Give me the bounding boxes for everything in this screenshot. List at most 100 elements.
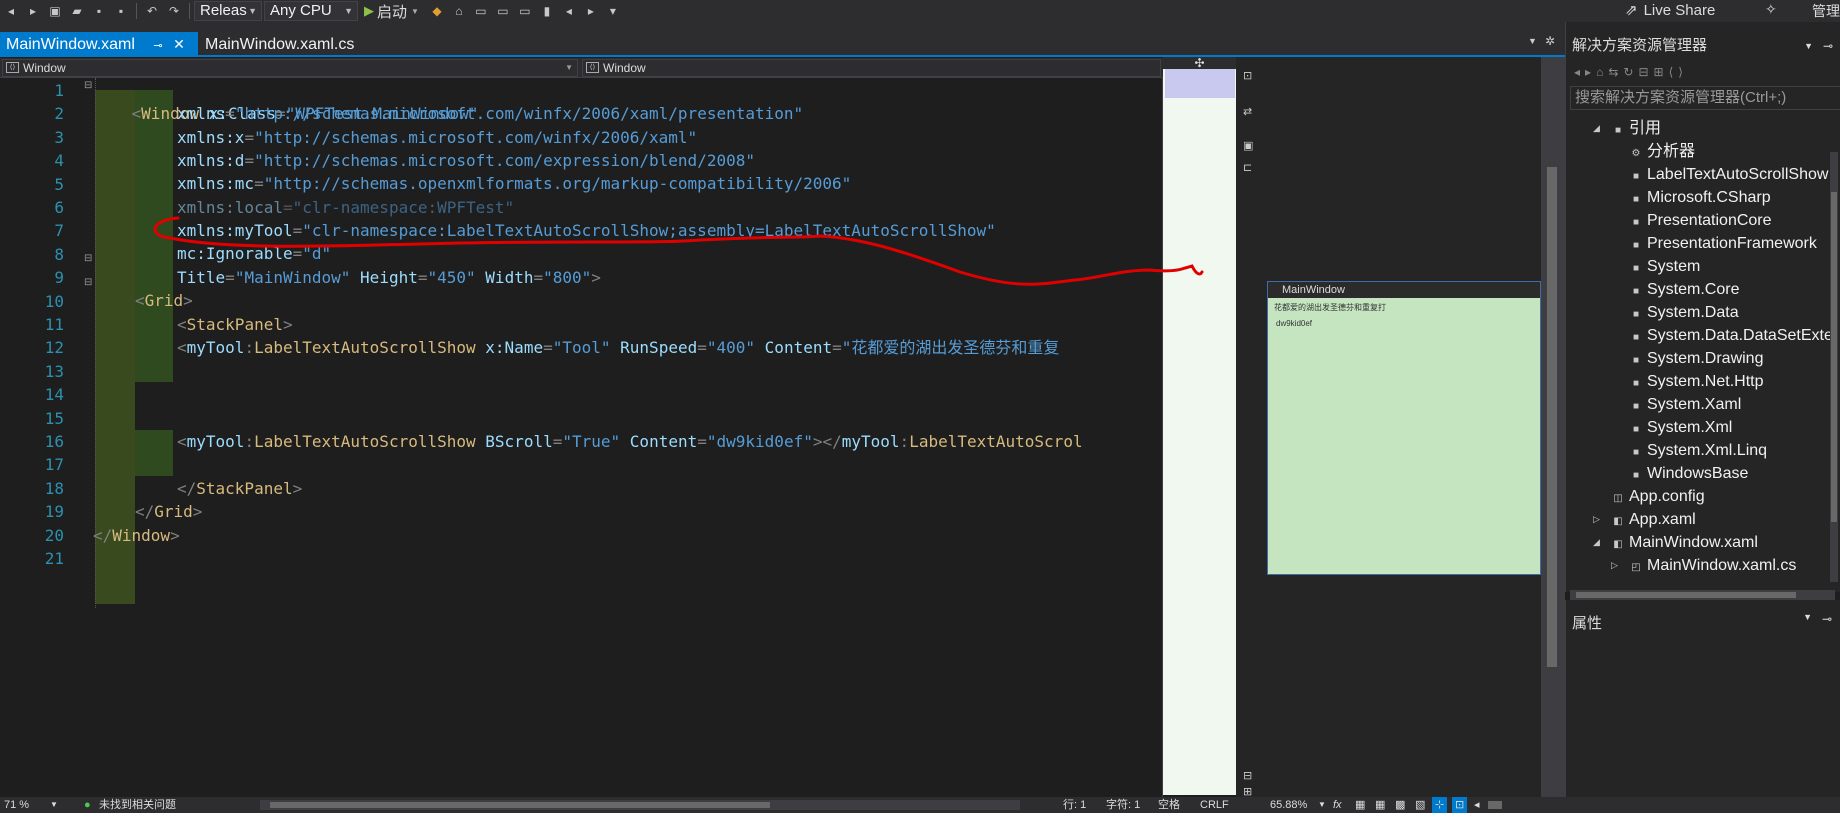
manage-label[interactable]: 管理 [1812,1,1840,21]
code-icon[interactable]: ⟨⟩ [1669,65,1688,79]
live-share-button[interactable]: ⇗ Live Share [1625,1,1715,20]
zoom-select[interactable]: 71 % [4,797,29,813]
fire-icon[interactable]: ◆ [429,4,445,18]
new-project-icon[interactable]: ▣ [47,4,63,18]
tree-item-mainwindow-xaml[interactable]: ◢ ◧ MainWindow.xaml [1593,531,1758,554]
back-icon[interactable]: ◂ [3,4,19,18]
tree-item-references[interactable]: ◢ ■ 引用 [1593,117,1661,140]
scrollbar-thumb[interactable] [1576,592,1796,598]
pin-icon[interactable]: ⊸ [1822,612,1832,626]
chevron-down-icon[interactable]: ▼ [1803,612,1812,622]
collapse-icon[interactable]: ⊟ [1638,65,1653,79]
horizontal-split-icon[interactable]: ⊟ [1243,769,1252,782]
grid-icon[interactable]: ▦ [1355,797,1365,813]
tree-item-app-xaml[interactable]: ▷ ◧ App.xaml [1593,508,1696,531]
collapsed-icon[interactable]: ▷ [1593,508,1600,531]
configuration-select[interactable]: Releas ▼ [194,1,262,21]
bookmark-next-icon[interactable]: ▸ [583,4,599,18]
swap-icon[interactable]: ⊡ [1243,69,1252,82]
tree-item-reference[interactable]: ■ System.Drawing [1629,347,1764,370]
save-all-icon[interactable]: ▪ [113,4,129,18]
undo-icon[interactable]: ↶ [144,4,160,18]
pin-icon[interactable]: ⊸ [153,40,162,52]
solution-search-input[interactable]: 搜索解决方案资源管理器(Ctrl+;) [1570,86,1840,110]
indent-mode[interactable]: 空格 [1158,797,1180,813]
artboard-icon[interactable]: ▩ [1395,797,1405,813]
bookmark-icon[interactable]: ▮ [539,4,555,18]
grid-snap-icon[interactable]: ▦ [1375,797,1385,813]
show-all-icon[interactable]: ⊞ [1654,65,1669,79]
toolbar-icon[interactable]: ▭ [517,4,533,18]
chevron-down-icon[interactable]: ▼ [1804,36,1813,56]
forward-icon[interactable]: ▸ [25,4,41,18]
tree-item-reference[interactable]: ■ System.Xaml [1629,393,1741,416]
tree-item-reference[interactable]: ■ PresentationFramework [1629,232,1817,255]
scroll-left-icon[interactable]: ◂ [1474,797,1480,813]
tab-mainwindow-xaml-cs[interactable]: MainWindow.xaml.cs [199,32,360,57]
device-icon[interactable]: ⊡ [1452,797,1468,813]
start-button[interactable]: ▶ 启动 ▼ [364,1,419,22]
tree-item-reference[interactable]: ■ Microsoft.CSharp [1629,186,1771,209]
code-editor[interactable]: 1 2 3 4 5 6 7 8 9 10 11 12 13 14 15 16 17 18 19 20 21 ⊟ ⊟ ⊟ … [0,78,1163,798]
fold-collapse-icon[interactable]: ⊟ [84,253,92,264]
tree-item-analyzers[interactable]: ⚙ 分析器 [1629,140,1696,163]
tree-item-reference[interactable]: ■ System [1629,255,1700,278]
redo-icon[interactable]: ↷ [166,4,182,18]
swap-panes-icon[interactable]: ⇄ [1243,105,1252,118]
pin-icon[interactable]: ⊸ [1823,36,1833,56]
design-window-preview[interactable]: MainWindow 花都爱的湖出发圣德芬和重复打 dw9kid0ef [1267,281,1541,575]
expanded-icon[interactable]: ◢ [1593,531,1600,554]
fold-collapse-icon[interactable]: ⊟ [84,277,92,288]
tree-item-reference[interactable]: ■ System.Data [1629,301,1739,324]
toolbar-icon[interactable]: ▭ [495,4,511,18]
minimap-viewport[interactable] [1165,68,1235,98]
tree-item-reference[interactable]: ■ System.Net.Http [1629,370,1764,393]
tree-item-reference[interactable]: ■ System.Data.DataSetExte [1629,324,1833,347]
snap-icon[interactable]: ▧ [1415,797,1425,813]
sync-icon[interactable]: ⇆ [1608,65,1623,79]
design-label-2[interactable]: dw9kid0ef [1268,313,1540,328]
xaml-view-icon[interactable]: ⊏ [1243,161,1252,174]
collapsed-icon[interactable]: ▷ [1611,554,1618,577]
home-icon[interactable]: ⌂ [1596,65,1608,79]
toolbar-icon[interactable]: ▭ [473,4,489,18]
settings-icon[interactable]: ✲ [1545,34,1555,48]
expanded-icon[interactable]: ◢ [1593,117,1600,140]
platform-select[interactable]: Any CPU ▼ [264,1,358,21]
code-minimap[interactable] [1163,60,1236,795]
tree-item-reference[interactable]: ■ PresentationCore [1629,209,1772,232]
fold-collapse-icon[interactable]: ⊟ [84,80,92,91]
home-icon[interactable]: ⌂ [451,4,467,18]
selection-icon[interactable]: ⊹ [1432,797,1448,813]
horizontal-scrollbar[interactable] [1570,590,1835,600]
tree-item-reference[interactable]: ■ LabelTextAutoScrollShow [1629,163,1828,186]
left-scope-select[interactable]: ⟨⟩ Window ▼ [2,59,578,77]
forward-icon[interactable]: ▸ [1585,65,1596,79]
design-view-icon[interactable]: ▣ [1243,139,1253,152]
bookmark-prev-icon[interactable]: ◂ [561,4,577,18]
vertical-scrollbar[interactable] [1830,152,1838,582]
line-ending[interactable]: CRLF [1200,797,1229,813]
tree-item-app-config[interactable]: ◫ App.config [1611,485,1704,508]
scrollbar-thumb[interactable] [1488,801,1502,809]
scrollbar-thumb[interactable] [270,802,770,808]
chevron-down-icon[interactable]: ▼ [1318,797,1326,813]
right-scope-select[interactable]: ⟨⟩ Window [582,59,1161,77]
chevron-down-icon[interactable]: ▼ [50,797,58,813]
tree-item-reference[interactable]: ■ System.Xml [1629,416,1732,439]
refresh-icon[interactable]: ↻ [1623,65,1638,79]
scrollbar-thumb[interactable] [1547,167,1557,667]
overflow-icon[interactable]: ▾ [605,4,621,18]
issues-status[interactable]: 未找到相关问题 [99,797,176,813]
close-icon[interactable]: ✕ [173,36,185,52]
tree-item-mainwindow-cs[interactable]: ▷ ◰ MainWindow.xaml.cs [1611,554,1796,577]
horizontal-scrollbar[interactable] [260,800,1020,810]
feedback-icon[interactable]: ✧ [1765,1,1777,18]
design-label-1[interactable]: 花都爱的湖出发圣德芬和重复打 [1268,298,1540,313]
scrollbar-thumb[interactable] [1831,192,1837,522]
tree-item-reference[interactable]: ■ System.Xml.Linq [1629,439,1767,462]
tab-mainwindow-xaml[interactable]: MainWindow.xaml ⊸ ✕ [0,32,198,57]
back-icon[interactable]: ◂ [1574,65,1585,79]
open-folder-icon[interactable]: ▰ [69,4,85,18]
vertical-scrollbar[interactable] [1541,57,1565,797]
